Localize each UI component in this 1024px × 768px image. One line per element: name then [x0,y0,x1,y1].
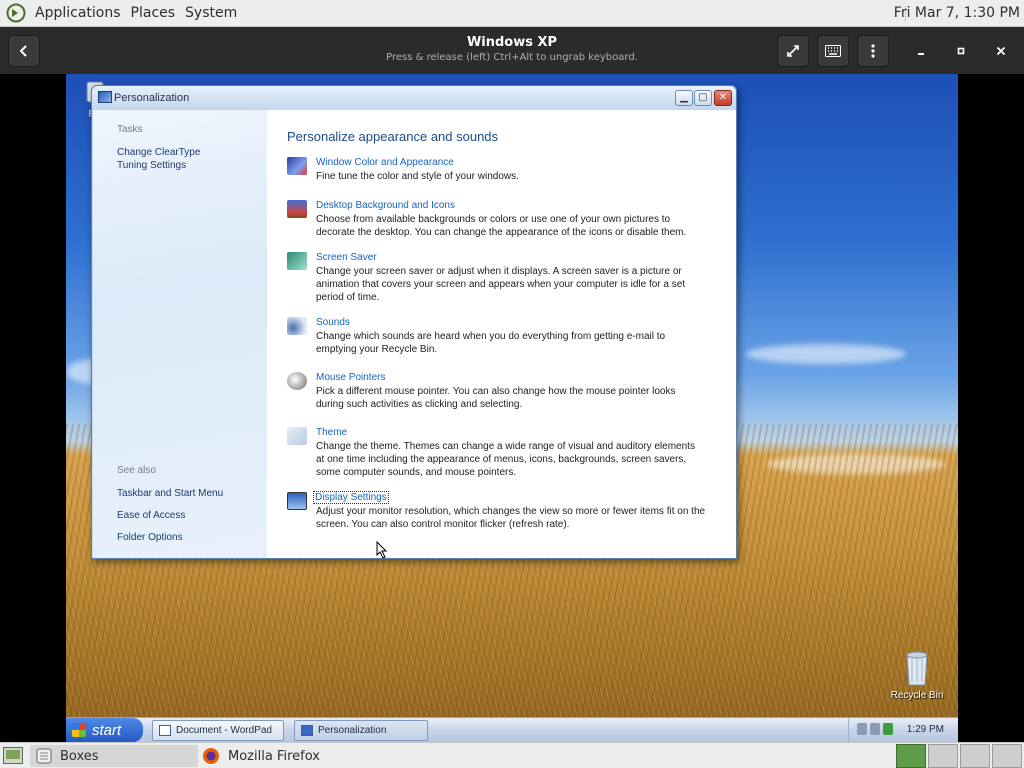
task-label: Boxes [60,748,99,764]
personalization-window: Personalization ▁ ▢ ✕ Tasks Change Clear… [91,85,737,559]
item-description: Pick a different mouse pointer. You can … [316,386,676,410]
gnome-top-panel: Applications Places System Fri Mar 7, 1:… [0,0,1024,27]
mouse-cursor-icon [376,541,388,559]
minimize-icon [918,53,924,55]
item-description: Change which sounds are heard when you d… [316,331,666,355]
taskbar-button-wordpad[interactable]: Document - WordPad [152,720,284,741]
display-settings-icon [287,492,307,510]
start-label: start [92,721,122,739]
mouse-pointers-link[interactable]: Mouse Pointers [316,372,385,383]
personalization-icon [301,725,313,736]
keyboard-button[interactable] [817,35,849,67]
places-menu[interactable]: Places [126,5,181,21]
workspace-3[interactable] [960,744,990,768]
taskbar-button-personalization[interactable]: Personalization [294,720,428,741]
mouse-pointer-icon [287,372,307,390]
maximize-icon [957,47,965,55]
boxes-app-icon [36,748,52,764]
show-desktop-icon[interactable] [3,747,23,764]
xp-taskbar: start Document - WordPad Personalization… [66,717,958,742]
taskbar-button-label: Document - WordPad [176,725,272,736]
main-content: Personalize appearance and sounds Window… [267,110,736,558]
item-description: Change the theme. Themes can change a wi… [316,441,695,478]
desktop-icon-label: Recycle Bin [890,690,944,701]
maximize-button[interactable] [945,35,977,67]
tasks-heading: Tasks [117,124,143,135]
cleartype-link-line1: Change ClearType [117,147,201,158]
window-title: Personalization [114,92,190,104]
win-minimize-button[interactable]: ▁ [675,90,693,106]
screen-saver-link[interactable]: Screen Saver [316,252,377,263]
workspace-2[interactable] [928,744,958,768]
system-menu[interactable]: System [180,5,242,21]
ease-of-access-link[interactable]: Ease of Access [117,509,185,522]
fullscreen-icon [787,45,799,57]
minimize-button[interactable] [905,35,937,67]
item-description: Change your screen saver or adjust when … [316,266,686,303]
gnome-bottom-panel: Boxes Mozilla Firefox [0,742,1024,768]
minimize-icon: ▁ [680,92,688,103]
keyboard-icon [825,45,841,57]
task-pane: Tasks Change ClearType Tuning Settings S… [93,110,267,558]
window-titlebar[interactable]: Personalization ▁ ▢ ✕ [92,86,736,110]
personalization-title-icon [98,91,112,103]
item-description: Choose from available backgrounds or col… [316,214,687,238]
item-description: Adjust your monitor resolution, which ch… [316,506,706,530]
screen-saver-icon [287,252,307,270]
see-also-heading: See also [117,465,156,476]
close-icon [996,46,1006,56]
volume-icon[interactable] [870,723,880,735]
kebab-menu-icon [871,44,875,58]
xp-desktop[interactable]: Re Recycle Bin Personalization ▁ ▢ ✕ Tas… [66,74,958,742]
boxes-header-bar: Windows XP Press & release (left) Ctrl+A… [0,27,1024,74]
win-maximize-button[interactable]: ▢ [694,90,712,106]
task-label: Mozilla Firefox [228,748,320,764]
sounds-link[interactable]: Sounds [316,317,350,328]
theme-link[interactable]: Theme [316,427,347,438]
tray-clock[interactable]: 1:29 PM [907,724,944,735]
theme-icon [287,427,307,445]
bottom-task-firefox[interactable]: Mozilla Firefox [200,745,420,767]
system-tray: 1:29 PM [848,718,958,742]
network-icon[interactable] [857,723,867,735]
item-description: Fine tune the color and style of your wi… [316,171,519,182]
taskbar-button-label: Personalization [318,725,387,736]
folder-options-link[interactable]: Folder Options [117,531,183,544]
desktop-background-link[interactable]: Desktop Background and Icons [316,200,455,211]
start-button[interactable]: start [66,718,143,742]
workspace-4[interactable] [992,744,1022,768]
cleartype-link-line2: Tuning Settings [117,160,187,171]
cleartype-link[interactable]: Change ClearType Tuning Settings [117,146,200,172]
window-color-link[interactable]: Window Color and Appearance [316,157,454,168]
gnome-foot-icon[interactable] [6,3,26,23]
window-color-icon [287,157,307,175]
fullscreen-button[interactable] [777,35,809,67]
wordpad-icon [159,725,171,736]
vm-display[interactable]: Re Recycle Bin Personalization ▁ ▢ ✕ Tas… [0,74,1024,742]
close-icon: ✕ [718,92,728,103]
vm-menu-button[interactable] [857,35,889,67]
win-close-button[interactable]: ✕ [714,90,732,106]
windows-flag-icon [72,723,86,737]
applications-menu[interactable]: Applications [30,5,126,21]
panel-clock[interactable]: Fri Mar 7, 1:30 PM [894,5,1020,21]
tray-icons [857,723,893,735]
bottom-task-boxes[interactable]: Boxes [30,745,198,767]
recycle-bin-icon [906,651,928,686]
page-title: Personalize appearance and sounds [287,129,499,144]
maximize-icon: ▢ [698,92,708,103]
workspace-1[interactable] [896,744,926,768]
desktop-icon-recycle-bin[interactable]: Recycle Bin [882,649,952,701]
security-icon[interactable] [883,723,893,735]
display-settings-link[interactable]: Display Settings [313,491,389,504]
firefox-icon [203,748,219,764]
sounds-icon [287,317,307,335]
cloud [746,344,906,364]
taskbar-start-menu-link[interactable]: Taskbar and Start Menu [117,487,223,500]
desktop-background-icon [287,200,307,218]
close-button[interactable] [985,35,1017,67]
